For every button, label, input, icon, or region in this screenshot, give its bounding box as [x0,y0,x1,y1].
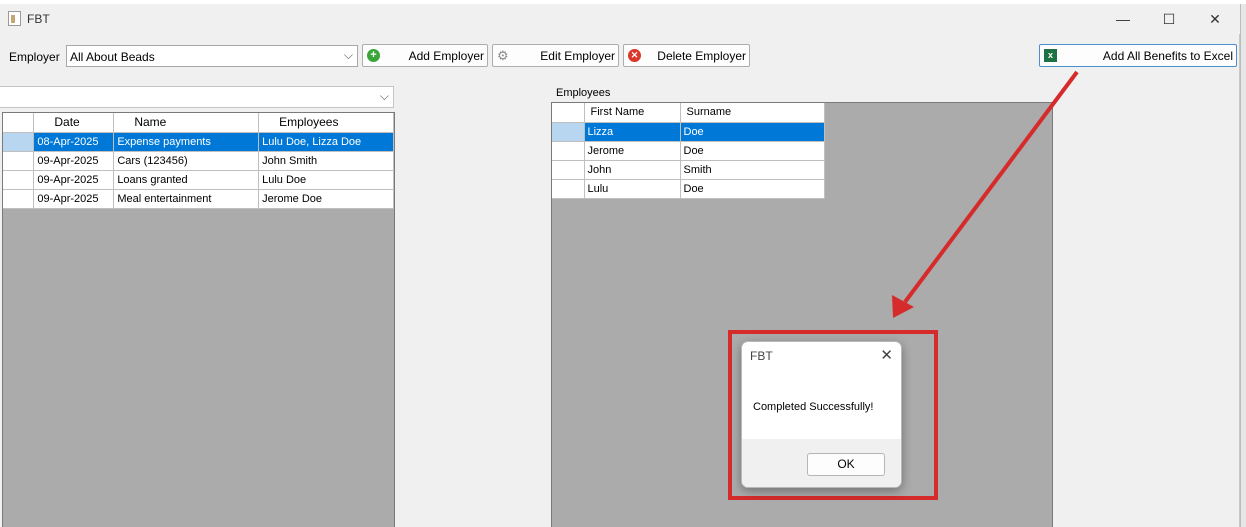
cell-surname[interactable]: Doe [680,122,825,142]
column-header-first-name[interactable]: First Name [584,103,681,123]
row-header-corner [552,103,585,123]
employer-select-value: All About Beads [70,50,155,64]
delete-employer-button[interactable]: ✕ Delete Employer [623,44,750,67]
cell-name[interactable]: Cars (123456) [113,151,260,171]
add-employer-label: Add Employer [408,49,484,63]
employer-select[interactable]: All About Beads ⌵ [66,45,358,67]
ok-button[interactable]: OK [807,453,885,476]
edit-employer-label: Edit Employer [540,49,615,63]
cell-name[interactable]: Expense payments [113,132,260,152]
add-icon: + [367,49,380,62]
add-employer-button[interactable]: + Add Employer [362,44,488,67]
app-icon [8,11,21,26]
row-header[interactable] [552,179,585,199]
gear-icon: ⚙ [497,48,509,63]
employees-label: Employees [556,87,611,99]
cell-first-name[interactable]: John [584,160,681,180]
employer-label: Employer [9,50,60,64]
row-header[interactable] [3,151,35,171]
title-bar: FBT — ☐ ✕ [0,4,1240,34]
cell-employees[interactable]: Lulu Doe, Lizza Doe [258,132,394,152]
column-header-surname[interactable]: Surname [680,103,825,123]
table-row[interactable]: Lulu Doe [552,179,825,199]
delete-icon: ✕ [628,49,641,62]
close-icon[interactable]: ✕ [880,346,893,364]
cell-employees[interactable]: John Smith [258,151,394,171]
dialog-message: Completed Successfully! [753,401,874,413]
fbt-window: FBT — ☐ ✕ Employer All About Beads ⌵ + A… [0,4,1240,527]
dialog-title: FBT [750,349,773,363]
row-header[interactable] [552,122,585,142]
table-row[interactable]: Lizza Doe [552,122,825,142]
table-row[interactable]: Jerome Doe [552,141,825,161]
minimize-button[interactable]: — [1100,4,1146,34]
close-button[interactable]: ✕ [1192,4,1238,34]
cell-surname[interactable]: Doe [680,179,825,199]
table-row[interactable]: 09-Apr-2025 Cars (123456) John Smith [3,151,394,171]
table-row[interactable]: 09-Apr-2025 Meal entertainment Jerome Do… [3,189,394,209]
add-all-benefits-button[interactable]: x Add All Benefits to Excel [1039,44,1237,67]
message-dialog: FBT ✕ Completed Successfully! OK [741,341,902,488]
right-edge-strip [1240,4,1246,527]
cell-first-name[interactable]: Lulu [584,179,681,199]
column-header-date[interactable]: Date [33,113,115,133]
cell-employees[interactable]: Lulu Doe [258,170,394,190]
benefits-grid: Date Name Employees 08-Apr-2025 Expense … [2,112,395,527]
table-row[interactable]: 09-Apr-2025 Loans granted Lulu Doe [3,170,394,190]
cell-date[interactable]: 08-Apr-2025 [33,132,115,152]
edit-employer-button[interactable]: ⚙ Edit Employer [492,44,619,67]
row-header[interactable] [3,189,35,209]
chevron-down-icon: ⌵ [343,48,353,62]
chevron-down-icon: ⌵ [379,89,389,103]
cell-employees[interactable]: Jerome Doe [258,189,394,209]
cell-surname[interactable]: Doe [680,141,825,161]
benefits-table: Date Name Employees 08-Apr-2025 Expense … [3,113,394,209]
table-row[interactable]: John Smith [552,160,825,180]
cell-date[interactable]: 09-Apr-2025 [33,170,115,190]
cell-surname[interactable]: Smith [680,160,825,180]
cell-name[interactable]: Meal entertainment [113,189,260,209]
column-header-employees[interactable]: Employees [258,113,394,133]
column-header-name[interactable]: Name [113,113,260,133]
cell-name[interactable]: Loans granted [113,170,260,190]
row-header[interactable] [3,170,35,190]
cell-first-name[interactable]: Jerome [584,141,681,161]
cell-date[interactable]: 09-Apr-2025 [33,151,115,171]
row-header[interactable] [3,132,35,152]
maximize-button[interactable]: ☐ [1146,4,1192,34]
excel-icon: x [1044,49,1057,62]
row-header-corner [3,113,35,133]
add-all-benefits-label: Add All Benefits to Excel [1102,49,1233,63]
window-title: FBT [27,12,50,26]
delete-employer-label: Delete Employer [657,49,746,63]
table-row[interactable]: 08-Apr-2025 Expense payments Lulu Doe, L… [3,132,394,152]
benefit-filter-select[interactable]: ⌵ [0,86,394,108]
row-header[interactable] [552,160,585,180]
employees-table: First Name Surname Lizza Doe Jerome Doe [552,103,825,199]
row-header[interactable] [552,141,585,161]
cell-first-name[interactable]: Lizza [584,122,681,142]
cell-date[interactable]: 09-Apr-2025 [33,189,115,209]
